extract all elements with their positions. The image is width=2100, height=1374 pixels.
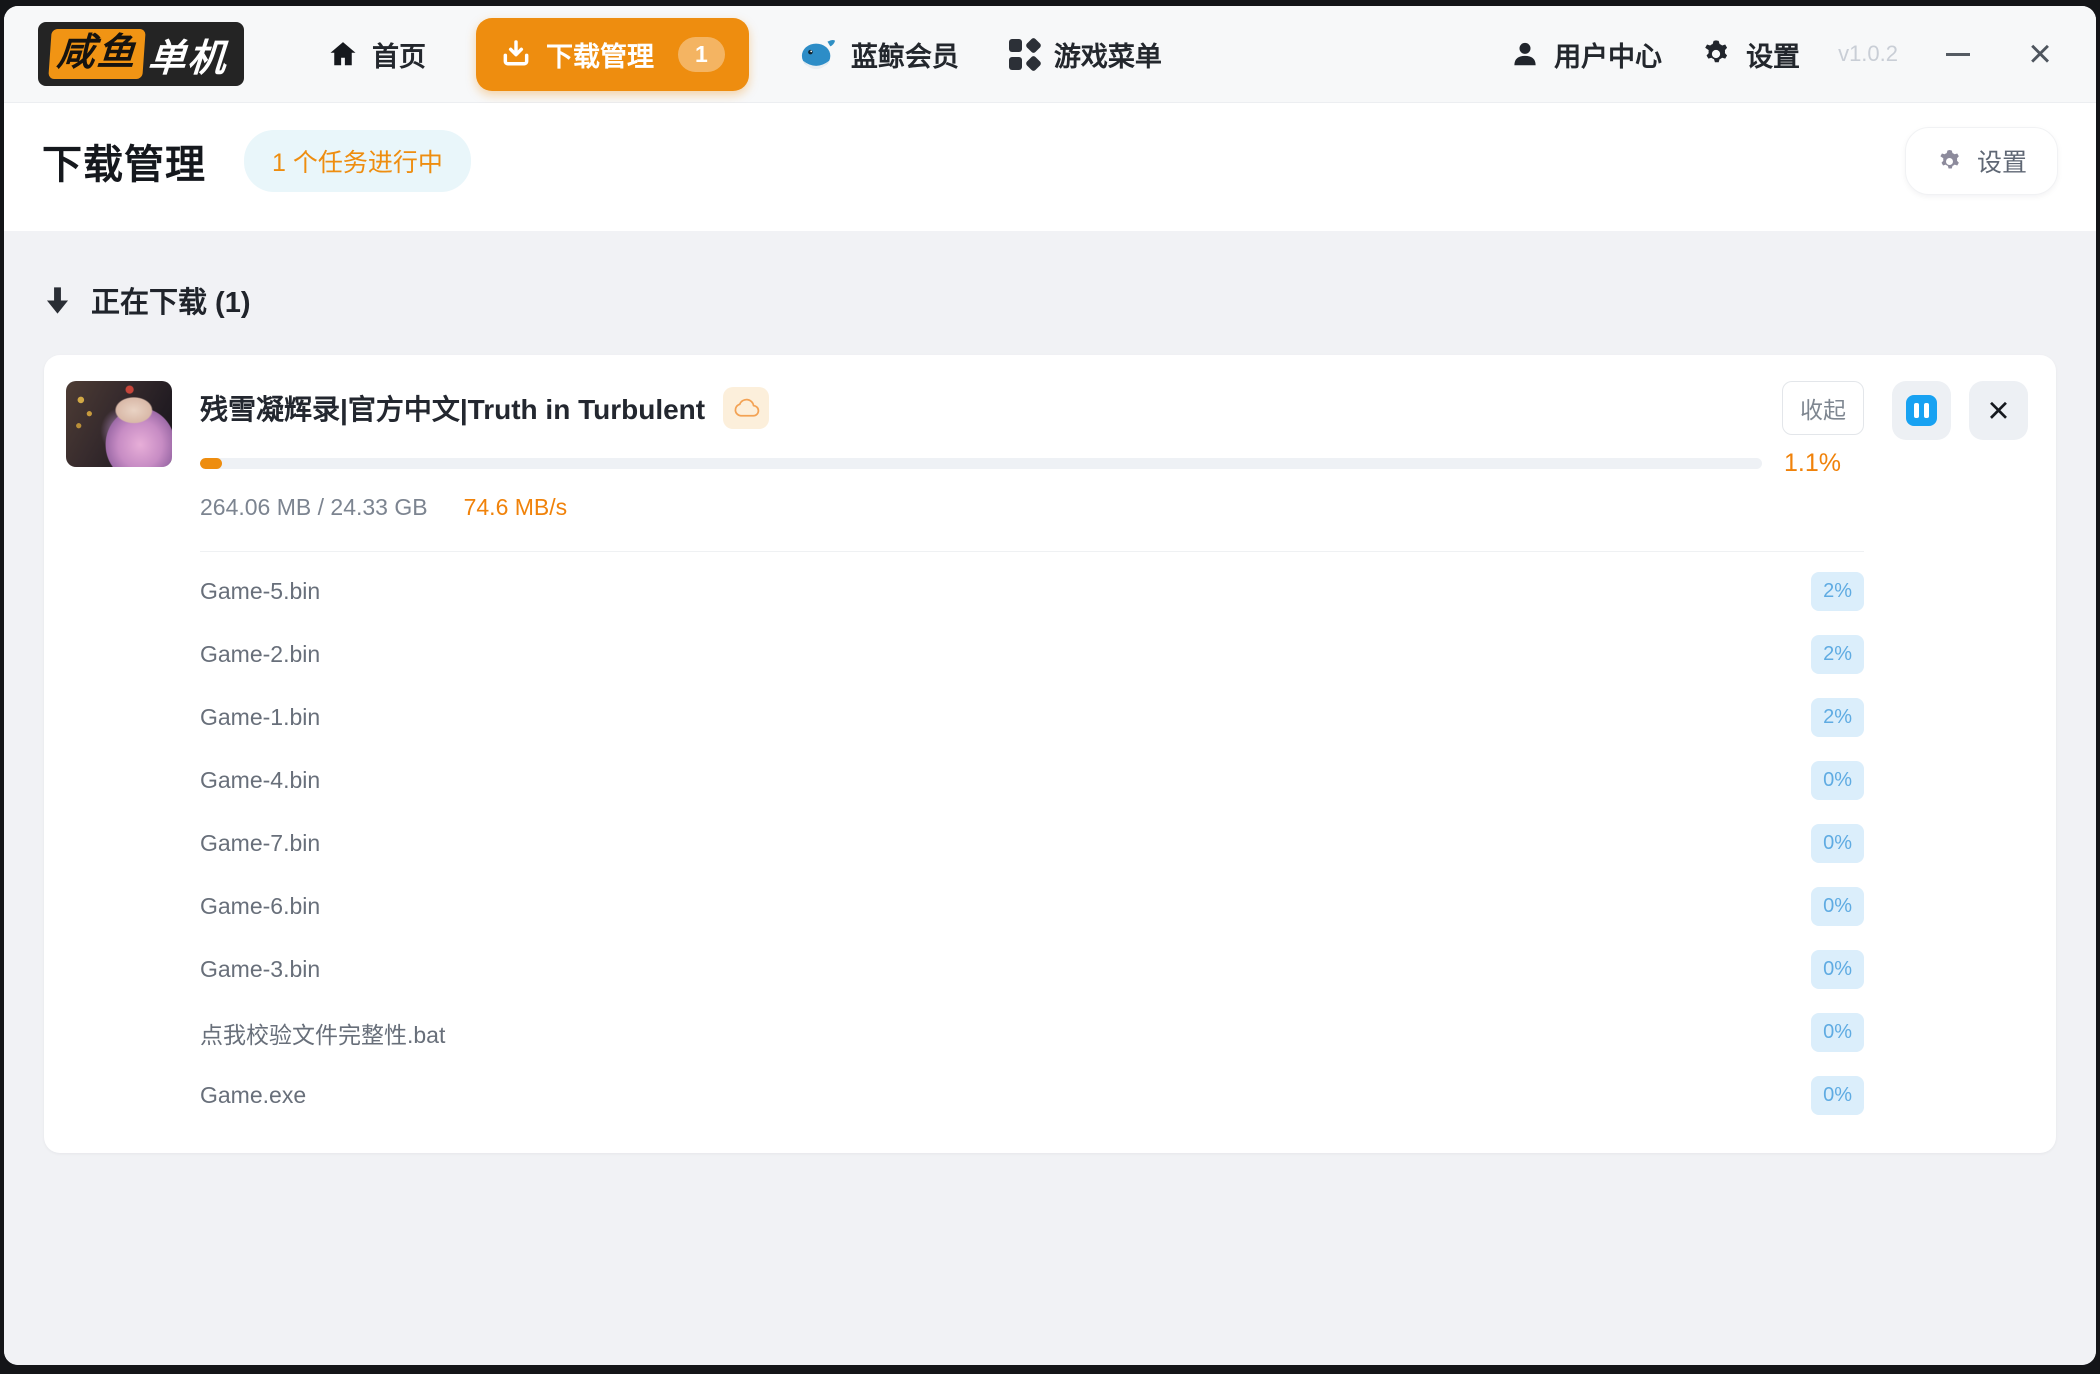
- user-icon: [1510, 39, 1540, 69]
- page-title: 下载管理: [42, 132, 206, 190]
- logo-text-primary: 咸鱼: [48, 29, 146, 79]
- home-icon: [328, 39, 358, 69]
- nav-right-group: 用户中心 设置 v1.0.2 ×: [1510, 32, 2062, 76]
- download-stats: 264.06 MB / 24.33 GB 74.6 MB/s: [200, 494, 1864, 521]
- nav-item-user-center[interactable]: 用户中心: [1510, 35, 1662, 74]
- file-name: Game-4.bin: [200, 767, 320, 794]
- file-list-divider: [200, 551, 1864, 552]
- file-row[interactable]: Game-4.bin 0%: [200, 749, 1864, 812]
- whale-icon: [799, 36, 837, 72]
- file-name: Game-5.bin: [200, 578, 320, 605]
- downloading-section-header: 正在下载 (1): [44, 279, 2056, 321]
- game-thumbnail[interactable]: [66, 381, 172, 467]
- arrow-down-icon: [44, 286, 71, 315]
- gear-icon: [1936, 148, 1963, 175]
- file-name: Game-2.bin: [200, 641, 320, 668]
- logo-text-secondary: 单机: [146, 27, 234, 82]
- nav-item-label: 首页: [372, 35, 426, 74]
- download-title: 残雪凝辉录|官方中文|Truth in Turbulent: [200, 388, 705, 428]
- file-progress-badge: 0%: [1811, 887, 1864, 926]
- nav-item-settings[interactable]: 设置: [1700, 35, 1800, 74]
- active-task-badge: 1 个任务进行中: [244, 130, 471, 192]
- downloading-section-title: 正在下载 (1): [91, 279, 251, 321]
- cancel-task-button[interactable]: ×: [1969, 381, 2028, 440]
- file-progress-badge: 0%: [1811, 824, 1864, 863]
- nav-item-membership[interactable]: 蓝鲸会员: [799, 35, 959, 74]
- download-title-row: 残雪凝辉录|官方中文|Truth in Turbulent 收起: [200, 381, 1864, 435]
- file-row[interactable]: Game-2.bin 2%: [200, 623, 1864, 686]
- nav-item-label: 下载管理: [546, 35, 654, 74]
- file-progress-badge: 2%: [1811, 572, 1864, 611]
- gear-icon: [1700, 38, 1732, 70]
- download-details: 残雪凝辉录|官方中文|Truth in Turbulent 收起 1.1%: [200, 381, 1864, 1127]
- file-name: Game-1.bin: [200, 704, 320, 731]
- nav-item-downloads[interactable]: 下载管理 1: [476, 18, 749, 91]
- download-size: 264.06 MB / 24.33 GB: [200, 494, 428, 521]
- app-version: v1.0.2: [1838, 41, 1898, 67]
- pause-icon: [1906, 395, 1937, 426]
- file-name: Game.exe: [200, 1082, 306, 1109]
- file-row[interactable]: Game.exe 0%: [200, 1064, 1864, 1127]
- file-row[interactable]: Game-7.bin 0%: [200, 812, 1864, 875]
- minimize-button[interactable]: [1936, 32, 1980, 76]
- pause-button[interactable]: [1892, 381, 1951, 440]
- page-header: 下载管理 1 个任务进行中 设置: [4, 103, 2096, 231]
- cloud-source-chip[interactable]: [723, 387, 769, 429]
- progress-row: 1.1%: [200, 449, 1864, 478]
- app-logo: 咸鱼 单机: [38, 22, 244, 86]
- file-row[interactable]: Game-5.bin 2%: [200, 560, 1864, 623]
- close-icon: ×: [1987, 392, 2009, 430]
- file-progress-badge: 0%: [1811, 1076, 1864, 1115]
- file-progress-badge: 2%: [1811, 635, 1864, 674]
- file-name: Game-7.bin: [200, 830, 320, 857]
- game-menu-icon: [1009, 39, 1040, 70]
- file-row[interactable]: Game-3.bin 0%: [200, 938, 1864, 1001]
- progress-percent: 1.1%: [1784, 449, 1864, 478]
- nav-menu: 首页 下载管理 1 蓝鲸会员: [328, 18, 1162, 91]
- nav-item-label: 游戏菜单: [1054, 35, 1162, 74]
- file-progress-badge: 2%: [1811, 698, 1864, 737]
- task-actions: ×: [1892, 381, 2028, 440]
- download-task-card: 残雪凝辉录|官方中文|Truth in Turbulent 收起 1.1%: [44, 355, 2056, 1153]
- minimize-icon: [1946, 53, 1970, 56]
- progress-fill: [200, 458, 222, 469]
- file-row[interactable]: 点我校验文件完整性.bat 0%: [200, 1001, 1864, 1064]
- nav-item-game-menu[interactable]: 游戏菜单: [1009, 35, 1162, 74]
- file-row[interactable]: Game-1.bin 2%: [200, 686, 1864, 749]
- main-content: 正在下载 (1) 残雪凝辉录|官方中文|Truth in Turbulent 收…: [4, 231, 2096, 1365]
- file-progress-badge: 0%: [1811, 950, 1864, 989]
- cloud-icon: [733, 397, 760, 419]
- close-icon: ×: [2028, 34, 2051, 74]
- header-settings-label: 设置: [1977, 143, 2027, 179]
- nav-item-home[interactable]: 首页: [328, 35, 426, 74]
- nav-item-label: 蓝鲸会员: [851, 35, 959, 74]
- file-progress-badge: 0%: [1811, 1013, 1864, 1052]
- file-row[interactable]: Game-6.bin 0%: [200, 875, 1864, 938]
- close-window-button[interactable]: ×: [2018, 32, 2062, 76]
- navbar: 咸鱼 单机 首页 下载管理 1: [4, 6, 2096, 103]
- download-icon: [500, 38, 532, 70]
- file-list: Game-5.bin 2% Game-2.bin 2% Game-1.bin 2…: [200, 560, 1864, 1127]
- header-settings-button[interactable]: 设置: [1905, 127, 2058, 195]
- file-name: Game-6.bin: [200, 893, 320, 920]
- collapse-button[interactable]: 收起: [1782, 381, 1864, 435]
- progress-bar: [200, 458, 1762, 469]
- app-window: 咸鱼 单机 首页 下载管理 1: [4, 6, 2096, 1365]
- download-speed: 74.6 MB/s: [464, 494, 568, 521]
- file-progress-badge: 0%: [1811, 761, 1864, 800]
- download-count-badge: 1: [678, 37, 725, 72]
- file-name: 点我校验文件完整性.bat: [200, 1016, 445, 1050]
- nav-item-label: 用户中心: [1554, 35, 1662, 74]
- nav-item-label: 设置: [1746, 35, 1800, 74]
- file-name: Game-3.bin: [200, 956, 320, 983]
